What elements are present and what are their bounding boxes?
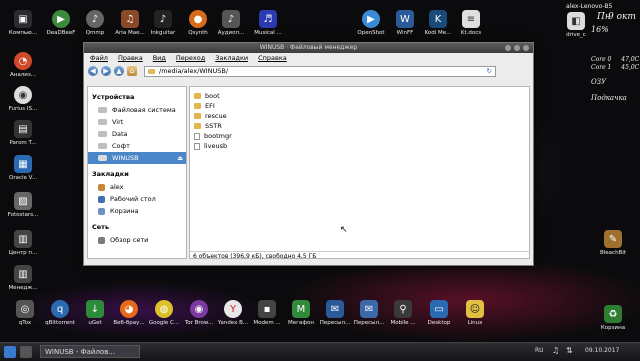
sidebar: Устройства Файловая система Virt Data Со… [87, 86, 187, 259]
maximize-button[interactable] [514, 45, 520, 51]
file-item-liveusb[interactable]: liveusb [190, 141, 529, 151]
window-titlebar[interactable]: WINUSB · Файловый менеджер [84, 43, 533, 53]
start-menu-icon[interactable] [4, 346, 16, 358]
sidebar-item-alex[interactable]: alex [88, 181, 186, 193]
swap-label: Подкачка [591, 94, 627, 102]
file-item-sstr[interactable]: SSTR [190, 121, 529, 131]
file-manager-window: WINUSB · Файловый менеджер Файл Правка В… [83, 42, 534, 266]
mouse-cursor-icon: ↖ [340, 225, 348, 235]
taskbar-task-label: WINUSB - Файлов... [45, 348, 115, 356]
menu-edit[interactable]: Правка [118, 53, 143, 63]
dock-item-13[interactable]: ☺ Linux [452, 300, 498, 327]
sidebar-item-network[interactable]: Обзор сети [88, 234, 186, 246]
home-icon[interactable]: ⌂ [127, 66, 137, 76]
minimize-button[interactable] [505, 45, 511, 51]
date-label: 9 окт [608, 12, 636, 22]
folder-icon [194, 113, 201, 119]
toolbar: ◀ ▶ ▲ ⌂ /media/alex/WINUSB/ ↻ [84, 63, 533, 79]
menu-help[interactable]: Справка [258, 53, 287, 63]
sidebar-item-soft[interactable]: Софт [88, 140, 186, 152]
file-item-rescue[interactable]: rescue [190, 111, 529, 121]
left-icon-0[interactable]: ◔ Анализ... [0, 52, 46, 79]
drive-icon [98, 119, 107, 125]
volume-icon[interactable]: ♫ [552, 346, 559, 355]
location-path: /media/alex/WINUSB/ [159, 67, 229, 75]
sidebar-network-header: Сеть [92, 223, 110, 231]
taskbar: WINUSB - Файлов... RU ♫ ⇅ 09.10.2017 [0, 342, 640, 361]
sidebar-item-virt[interactable]: Virt [88, 116, 186, 128]
taskbar-task-winusb[interactable]: WINUSB - Файлов... [40, 345, 140, 358]
close-button[interactable] [523, 45, 529, 51]
sidebar-bookmarks-header: Закладки [92, 170, 129, 178]
core0-label: Core 0 47,0C [591, 56, 640, 63]
left-icon-4[interactable]: ▨ Fotostars... [0, 192, 46, 219]
folder-icon [194, 93, 201, 99]
file-item-bootmgr[interactable]: bootmgr [190, 131, 529, 141]
reload-icon[interactable]: ↻ [487, 67, 492, 75]
dock: ◎ qTox q qBittorrent ↓ uGet ◕ Веб-брау... ◍ G… [0, 300, 640, 340]
menu-bookmarks[interactable]: Закладки [215, 53, 248, 63]
trash-icon [98, 207, 105, 215]
eject-icon[interactable]: ⏏ [177, 155, 183, 162]
core1-label: Core 1 45,0C [591, 64, 640, 71]
up-icon[interactable]: ▲ [114, 66, 124, 76]
left-icon-5[interactable]: ▥ Центр п... [0, 230, 46, 257]
location-bar[interactable]: /media/alex/WINUSB/ ↻ [144, 65, 496, 77]
network-icon [98, 236, 105, 244]
drive-icon[interactable]: ◧ drive_c [556, 12, 596, 39]
left-icon-6[interactable]: ▥ Менедж... [0, 265, 46, 292]
status-bar: 6 объектов (396,9 кБ), свободно 4,5 ГБ [189, 251, 530, 261]
clock-date[interactable]: 09.10.2017 [585, 347, 619, 354]
disk-percent: 16% [591, 25, 609, 34]
keyboard-layout[interactable]: RU [535, 347, 544, 354]
sidebar-item-desktop[interactable]: Рабочий стол [88, 193, 186, 205]
network-tray-icon[interactable]: ⇅ [566, 346, 573, 355]
drive-icon [98, 143, 107, 149]
sidebar-item-filesystem[interactable]: Файловая система [88, 104, 186, 116]
desktop-icon [98, 195, 105, 203]
top-icon-7[interactable]: ♬ Musical ... [245, 10, 291, 37]
top-icon-11[interactable]: ≡ Kt.docs [448, 10, 494, 37]
forward-icon[interactable]: ▶ [101, 66, 111, 76]
taskbar-icon-2[interactable] [20, 346, 32, 358]
core0-temp: 47,0C [621, 56, 640, 63]
left-icon-2[interactable]: ▤ Parom T... [0, 120, 46, 147]
menu-go[interactable]: Переход [176, 53, 205, 63]
file-item-boot[interactable]: boot [190, 91, 529, 101]
sidebar-item-winusb[interactable]: WINUSB ⏏ [88, 152, 186, 164]
usb-drive-icon [98, 155, 107, 161]
home-folder-icon [98, 183, 105, 191]
menu-file[interactable]: Файл [90, 53, 108, 63]
folder-icon [194, 103, 201, 109]
drive-icon [98, 107, 107, 113]
menu-view[interactable]: Вид [153, 53, 166, 63]
left-icon-3[interactable]: ▦ Oracle V... [0, 155, 46, 182]
back-icon[interactable]: ◀ [88, 66, 98, 76]
folder-icon [194, 123, 201, 129]
core1-temp: 45,0C [621, 64, 640, 71]
window-title: WINUSB · Файловый менеджер [259, 44, 358, 51]
sidebar-item-trash[interactable]: Корзина [88, 205, 186, 217]
folder-icon [148, 68, 155, 74]
menubar: Файл Правка Вид Переход Закладки Справка [84, 53, 533, 63]
drive-icon [98, 131, 107, 137]
sidebar-devices-header: Устройства [92, 93, 135, 101]
host-label: alex-Lenovo-B5 [566, 3, 613, 10]
bleachbit-icon[interactable]: ✎ BleachBit [590, 230, 636, 257]
file-item-efi[interactable]: EFI [190, 101, 529, 111]
ram-label: ОЗУ [591, 78, 607, 86]
file-list: boot EFI rescue SSTR bootmgr liveusb ↖ [189, 86, 530, 259]
file-icon [194, 132, 200, 140]
left-icon-1[interactable]: ◉ Furius IS... [0, 86, 46, 113]
sidebar-item-data[interactable]: Data [88, 128, 186, 140]
file-icon [194, 142, 200, 150]
